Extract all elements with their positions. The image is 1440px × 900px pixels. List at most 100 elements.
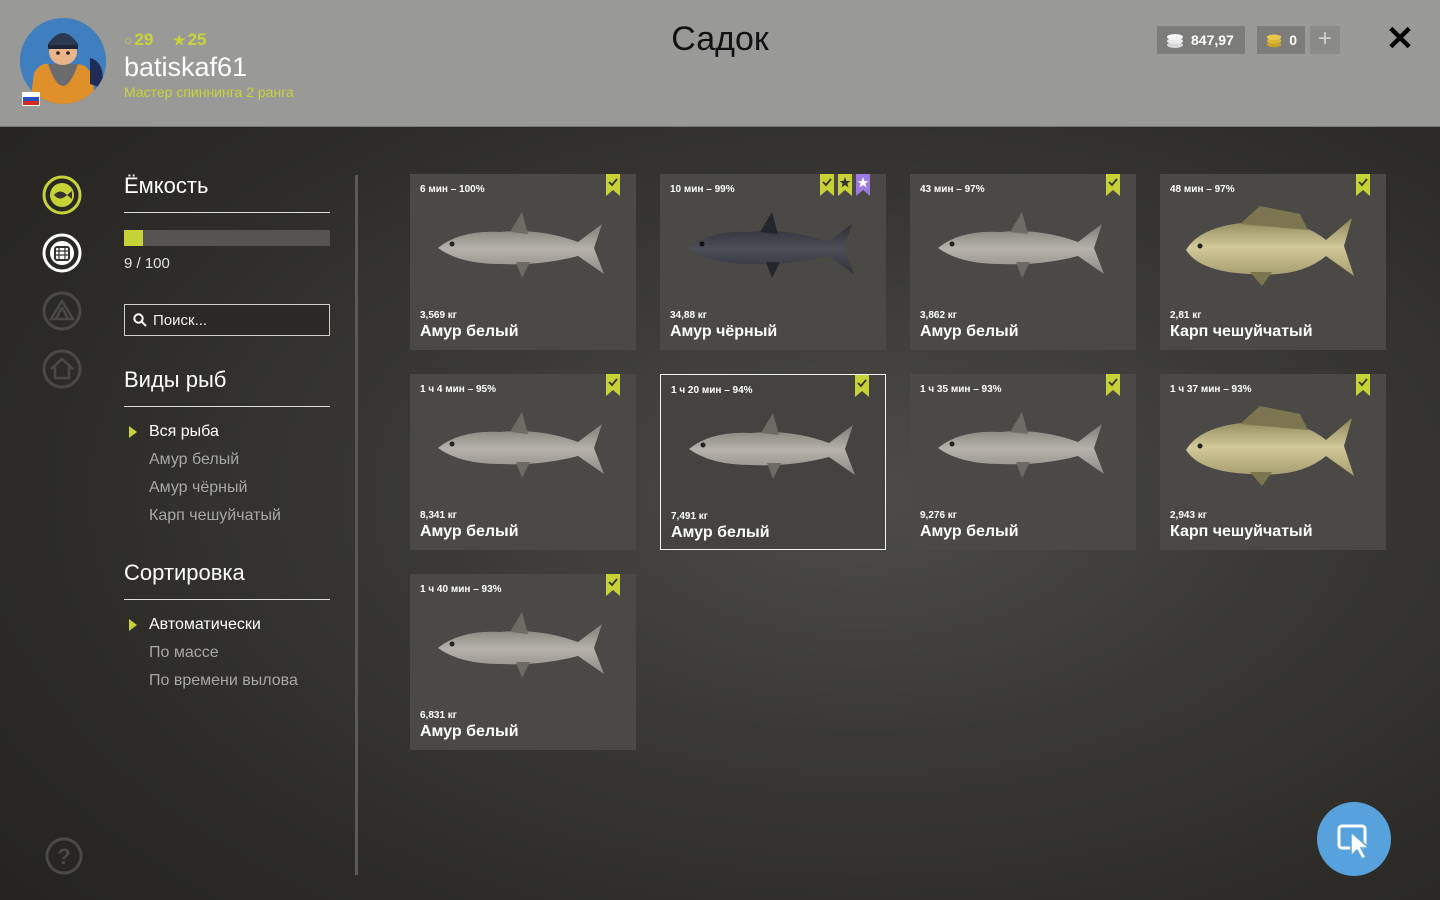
nav-keepnet-tab[interactable] — [42, 233, 82, 273]
fish-card[interactable]: 6 мин – 100% 3,569 кг Амур белый — [410, 174, 636, 350]
trophy-check-icon — [820, 174, 834, 196]
fish-image — [430, 604, 610, 693]
fish-card[interactable]: 1 ч 40 мин – 93% 6,831 кг Амур белый — [410, 574, 636, 750]
fish-name: Амур белый — [420, 323, 519, 340]
selected-arrow-icon — [129, 426, 137, 438]
trophy-check-icon — [1356, 174, 1370, 196]
fish-weight: 3,862 кг — [920, 310, 957, 321]
trophy-check-icon — [1106, 374, 1120, 396]
fish-image — [430, 204, 610, 293]
nav-fish-tab[interactable] — [42, 175, 82, 215]
gold-balance: 0 — [1257, 26, 1305, 54]
catch-time: 1 ч 4 мин – 95% — [420, 384, 496, 395]
fish-card[interactable]: 1 ч 35 мин – 93% 9,276 кг Амур белый — [910, 374, 1136, 550]
fish-image — [1180, 404, 1360, 493]
catch-time: 10 мин – 99% — [670, 184, 735, 195]
catch-time: 43 мин – 97% — [920, 184, 985, 195]
fish-weight: 6,831 кг — [420, 710, 457, 721]
fish-weight: 3,569 кг — [420, 310, 457, 321]
fish-name: Карп чешуйчатый — [1170, 323, 1313, 340]
trophy-check-icon — [855, 375, 869, 397]
fish-name: Амур белый — [920, 523, 1019, 540]
nav-home-tab[interactable] — [42, 349, 82, 389]
fish-card[interactable]: 43 мин – 97% 3,862 кг Амур белый — [910, 174, 1136, 350]
catch-time: 6 мин – 100% — [420, 184, 485, 195]
stars-stat: ★ 25 — [173, 30, 207, 49]
star-icon: ★ — [173, 32, 186, 48]
catch-time: 1 ч 37 мин – 93% — [1170, 384, 1252, 395]
trophy-check-icon — [606, 374, 620, 396]
tent-icon — [42, 291, 82, 331]
divider — [124, 406, 330, 407]
fish-weight: 7,491 кг — [671, 511, 708, 522]
fish-name: Карп чешуйчатый — [1170, 523, 1313, 540]
help-icon[interactable]: ? — [45, 837, 83, 875]
fish-name: Амур белый — [920, 323, 1019, 340]
trophy-check-icon — [606, 574, 620, 596]
fish-card[interactable]: 10 мин – 99% 34,88 кг Амур чёрный — [660, 174, 886, 350]
fish-weight: 2,81 кг — [1170, 310, 1202, 321]
trophy-check-icon — [1356, 374, 1370, 396]
nav-camp-tab[interactable] — [42, 291, 82, 331]
capacity-title: Ёмкость — [124, 173, 209, 198]
fish-card[interactable]: 48 мин – 97% 2,81 кг Карп чешуйчатый — [1160, 174, 1386, 350]
search-box[interactable] — [124, 304, 330, 336]
level-ring-icon: ○ — [124, 32, 133, 48]
cursor-icon — [1337, 824, 1371, 860]
close-icon[interactable]: ✕ — [1384, 22, 1416, 56]
star-badge-icon — [838, 174, 852, 196]
capacity-bar-fill — [124, 230, 143, 246]
fish-weight: 8,341 кг — [420, 510, 457, 521]
divider — [124, 599, 330, 600]
gold-coins-icon — [1266, 34, 1282, 48]
sort-item-weight[interactable]: По массе — [149, 644, 219, 662]
silver-balance: 847,97 — [1157, 26, 1245, 54]
fish-weight: 9,276 кг — [920, 510, 957, 521]
russia-flag-icon — [22, 92, 40, 106]
fish-name: Амур чёрный — [670, 323, 778, 340]
fish-card[interactable]: 1 ч 37 мин – 93% 2,943 кг Карп чешуйчатый — [1160, 374, 1386, 550]
page-title: Садок — [671, 20, 769, 58]
username: batiskaf61 — [124, 52, 248, 82]
sort-item-time[interactable]: По времени вылова — [149, 672, 298, 690]
top-bar: ○ 29 ★ 25 batiskaf61 Мастер спиннинга 2 ра… — [0, 0, 1440, 127]
fish-weight: 34,88 кг — [670, 310, 707, 321]
fish-name: Амур белый — [671, 524, 770, 541]
svg-text:?: ? — [57, 844, 70, 869]
fish-weight: 2,943 кг — [1170, 510, 1207, 521]
catch-time: 48 мин – 97% — [1170, 184, 1235, 195]
fish-image — [681, 405, 861, 494]
search-icon — [133, 313, 147, 327]
fish-image — [1180, 204, 1360, 293]
species-item-carp[interactable]: Карп чешуйчатый — [149, 507, 281, 525]
fish-card[interactable]: 1 ч 4 мин – 95% 8,341 кг Амур белый — [410, 374, 636, 550]
sort-item-auto[interactable]: Автоматически — [149, 616, 261, 634]
unique-badge-icon — [856, 174, 870, 196]
search-input[interactable] — [153, 311, 313, 329]
catch-time: 1 ч 35 мин – 93% — [920, 384, 1002, 395]
catch-time: 1 ч 20 мин – 94% — [671, 385, 753, 396]
fish-icon — [42, 175, 82, 215]
fish-name: Амур белый — [420, 723, 519, 740]
fish-image — [680, 204, 860, 293]
capacity-count: 9 / 100 — [124, 255, 170, 272]
capacity-bar — [124, 230, 330, 246]
catch-time: 1 ч 40 мин – 93% — [420, 584, 502, 595]
sort-title: Сортировка — [124, 560, 245, 585]
species-item-all[interactable]: Вся рыба — [149, 423, 219, 441]
cursor-mode-button[interactable] — [1317, 802, 1391, 876]
species-item-white-amur[interactable]: Амур белый — [149, 451, 239, 469]
fish-name: Амур белый — [420, 523, 519, 540]
fish-card[interactable]: 1 ч 20 мин – 94% 7,491 кг Амур белый — [660, 374, 886, 550]
silver-coins-icon — [1167, 34, 1183, 48]
species-item-black-amur[interactable]: Амур чёрный — [149, 479, 247, 497]
trophy-check-icon — [606, 174, 620, 196]
house-icon — [42, 349, 82, 389]
fish-image — [930, 404, 1110, 493]
selected-arrow-icon — [129, 619, 137, 631]
add-gold-button[interactable]: + — [1310, 26, 1340, 54]
fish-image — [430, 404, 610, 493]
divider — [124, 212, 330, 213]
level-stat: ○ 29 — [124, 30, 154, 49]
panel-divider — [355, 175, 358, 875]
